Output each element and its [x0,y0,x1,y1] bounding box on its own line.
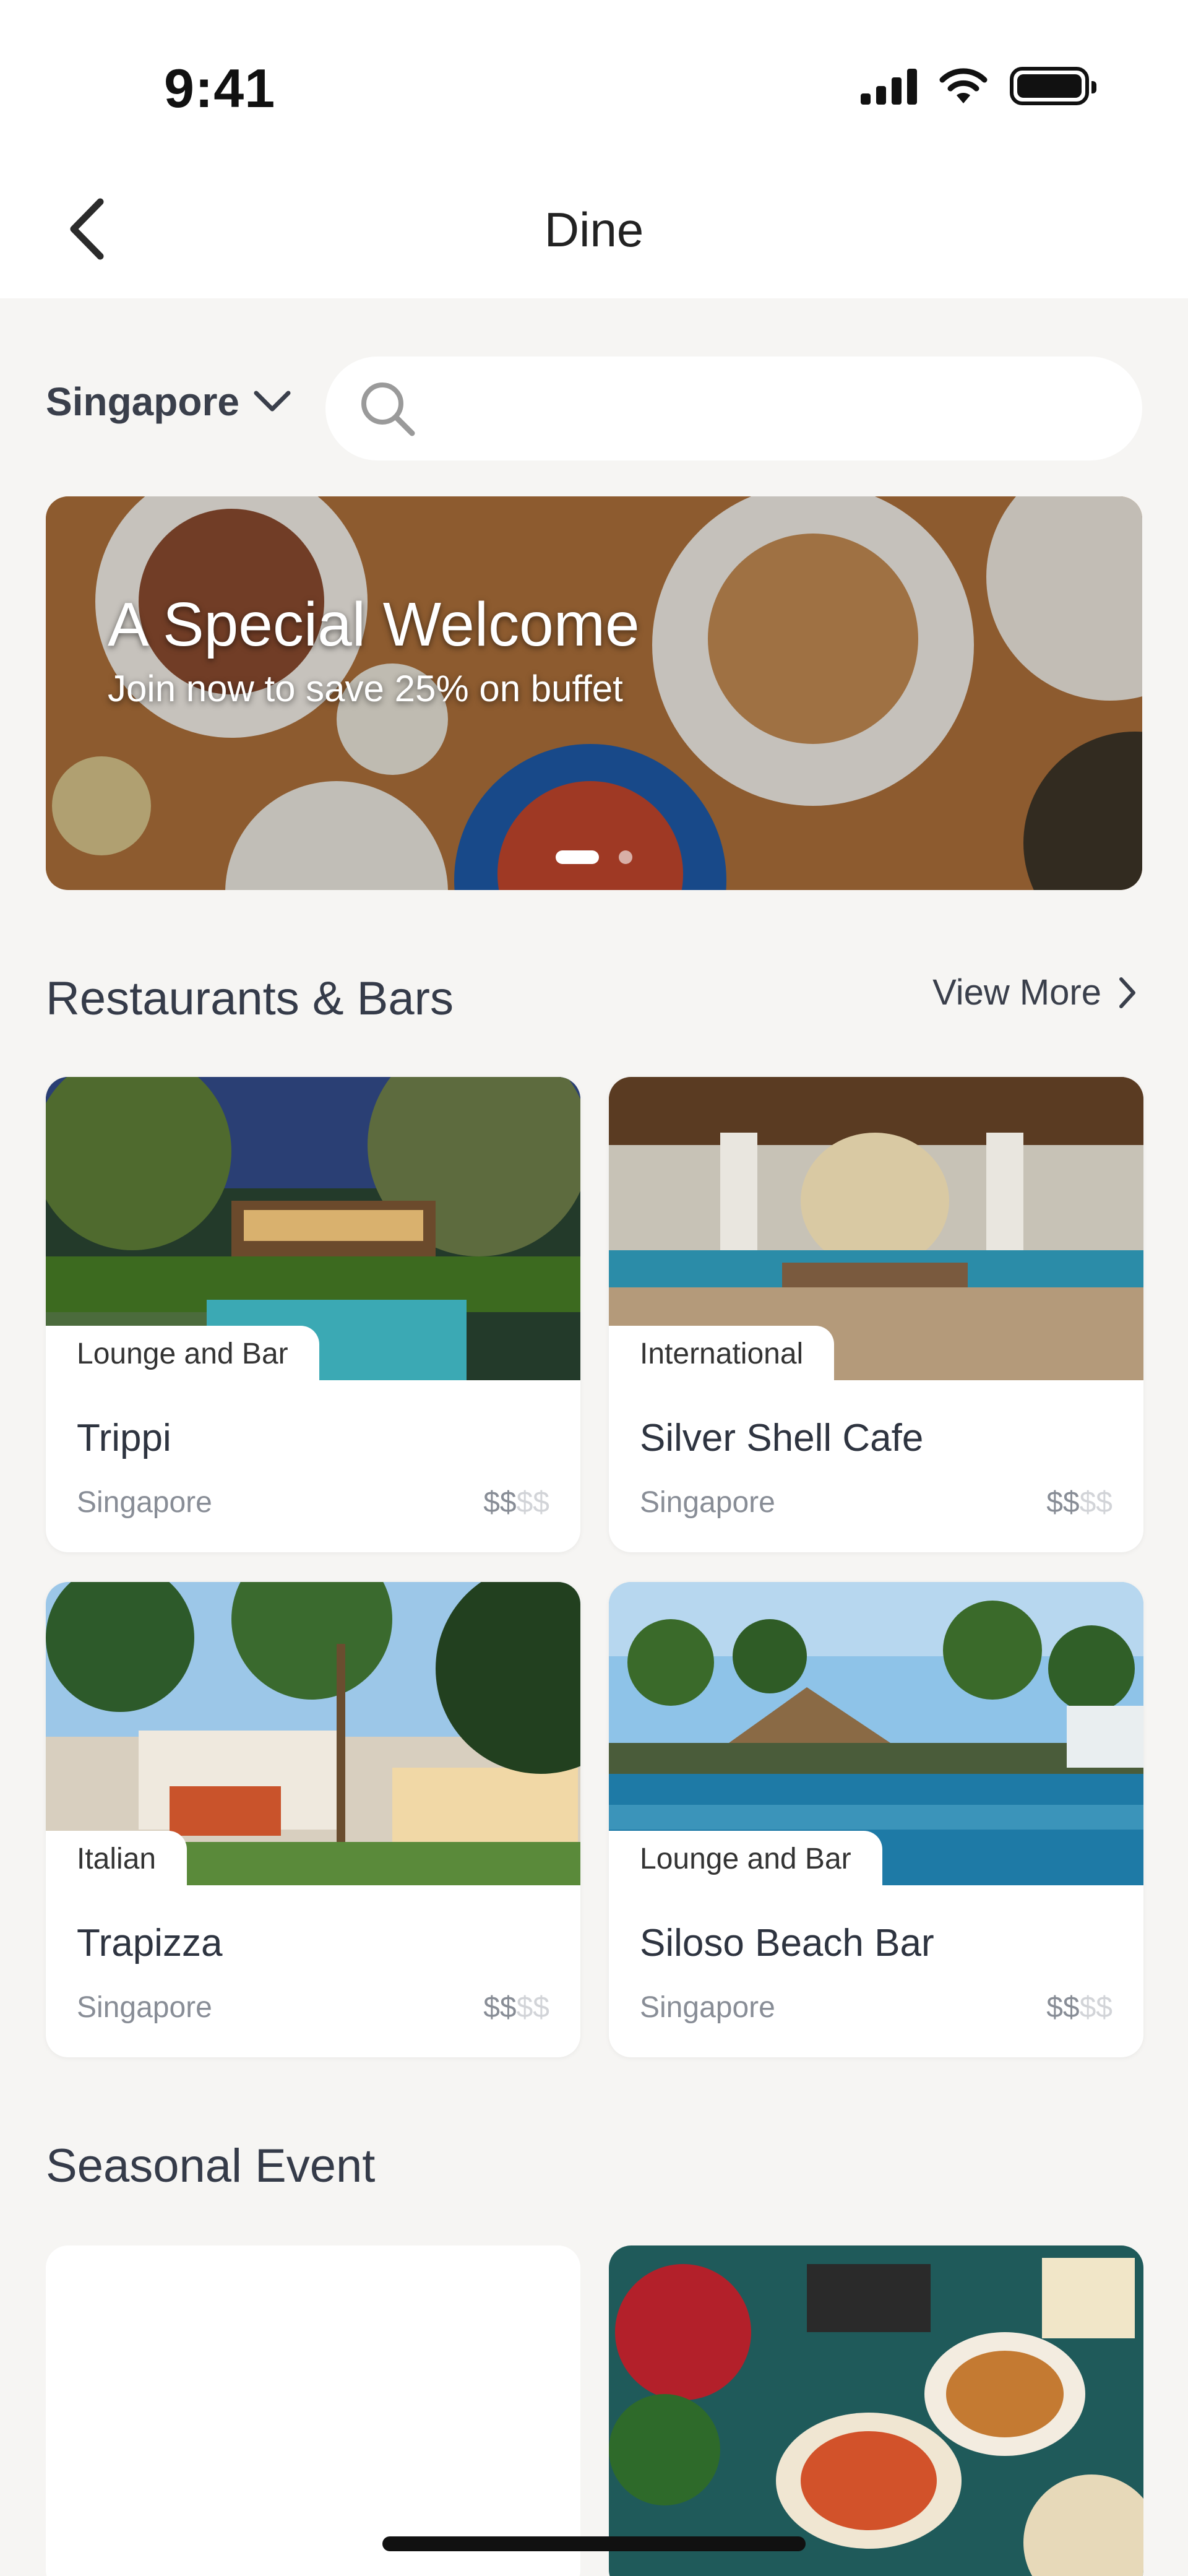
price-active: $$ [1046,1486,1080,1519]
restaurant-location: Singapore [640,1991,775,2024]
banner-subtitle: Join now to save 25% on buffet [108,668,623,709]
restaurant-card[interactable]: International Silver Shell Cafe Singapor… [609,1077,1143,1552]
restaurant-card[interactable]: Lounge and Bar Trippi Singapore $$$$ [46,1077,580,1552]
chevron-down-icon [254,391,291,412]
carousel-dot-active[interactable] [556,850,599,864]
cellular-signal-icon [861,67,917,105]
banner-title: A Special Welcome [108,590,640,659]
cuisine-tag: International [609,1326,835,1381]
price-inactive: $$ [1079,1991,1113,2024]
carousel-dot[interactable] [619,850,632,864]
page-title: Dine [544,202,644,257]
price-inactive: $$ [516,1991,549,2024]
wifi-icon [939,68,988,103]
battery-icon [1010,67,1096,105]
search-icon [361,383,415,436]
cuisine-tag: Lounge and Bar [46,1326,319,1381]
event-card[interactable] [46,2245,580,2576]
nav-header: Dine [0,161,1188,298]
location-label: Singapore [46,379,239,424]
view-more-label: View More [932,972,1101,1013]
seasonal-section-title: Seasonal Event [46,2140,376,2192]
home-indicator [382,2536,806,2551]
restaurants-section-title: Restaurants & Bars [46,972,454,1025]
status-icons [861,67,1096,105]
restaurant-location: Singapore [77,1486,212,1519]
search-bar[interactable] [325,357,1142,460]
view-more-link[interactable]: View More [932,972,1137,1013]
restaurant-name: Trapizza [77,1922,223,1964]
restaurant-name: Siloso Beach Bar [640,1922,934,1964]
status-time: 9:41 [164,58,276,119]
restaurant-name: Silver Shell Cafe [640,1417,924,1459]
price-level: $$$$ [1046,1485,1113,1519]
event-card[interactable] [609,2245,1143,2576]
price-level: $$$$ [483,1990,549,2025]
price-inactive: $$ [516,1486,549,1519]
restaurant-card[interactable]: Lounge and Bar Siloso Beach Bar Singapor… [609,1582,1143,2057]
price-active: $$ [483,1486,517,1519]
price-inactive: $$ [1079,1486,1113,1519]
cuisine-tag: Italian [46,1831,187,1887]
price-level: $$$$ [1046,1990,1113,2025]
promo-banner[interactable]: A Special Welcome Join now to save 25% o… [46,496,1142,890]
price-active: $$ [1046,1991,1080,2024]
cuisine-tag: Lounge and Bar [609,1831,882,1887]
status-bar: 9:41 [0,0,1188,161]
restaurant-card[interactable]: Italian Trapizza Singapore $$$$ [46,1582,580,2057]
event-image [609,2245,1143,2576]
price-active: $$ [483,1991,517,2024]
price-level: $$$$ [483,1485,549,1519]
restaurant-name: Trippi [77,1417,171,1459]
restaurant-location: Singapore [77,1991,212,2024]
carousel-indicator [556,850,632,864]
location-selector[interactable]: Singapore [46,379,291,425]
chevron-right-icon [1119,977,1135,1008]
restaurant-location: Singapore [640,1486,775,1519]
search-input[interactable] [434,388,1115,429]
